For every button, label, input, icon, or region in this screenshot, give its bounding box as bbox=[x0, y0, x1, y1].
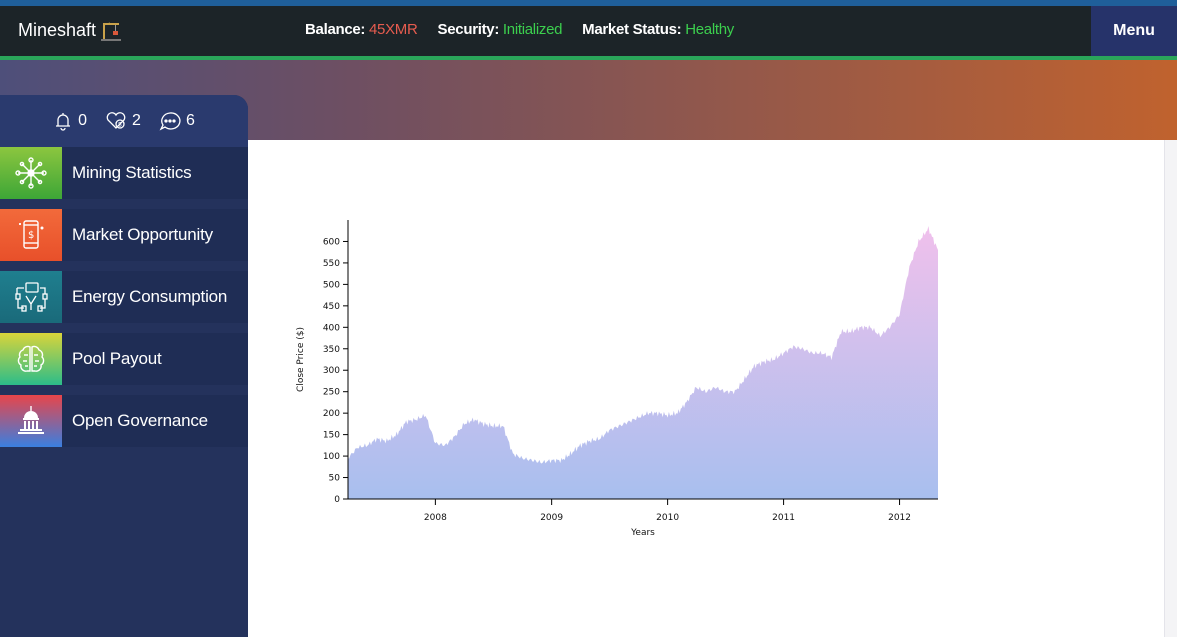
menu-button[interactable]: Menu bbox=[1091, 0, 1177, 60]
x-tick-label: 2012 bbox=[888, 513, 911, 523]
favorites-counter[interactable]: $ 2 bbox=[105, 111, 141, 131]
bell-icon bbox=[56, 113, 71, 131]
market-value: Healthy bbox=[685, 21, 734, 38]
circuit-icon bbox=[15, 282, 48, 312]
notifications-counter[interactable]: 0 bbox=[53, 111, 87, 131]
nav-icon-box: $ bbox=[0, 209, 62, 261]
y-tick-label: 150 bbox=[323, 431, 340, 441]
y-axis: 0 50 100 150 200 250 300 350 400 450 500 550 600 bbox=[323, 220, 349, 505]
x-tick-label: 2008 bbox=[424, 513, 447, 523]
scrollbar-track[interactable] bbox=[1164, 140, 1177, 637]
y-tick-label: 600 bbox=[323, 237, 340, 247]
top-bar: Mineshaft Balance: 45XMR Security: Initi… bbox=[0, 0, 1177, 60]
x-tick-label: 2010 bbox=[656, 513, 679, 523]
price-chart: 0 50 100 150 200 250 300 350 400 450 500 550 600 200… bbox=[296, 220, 938, 538]
nav-icon-box bbox=[0, 333, 62, 385]
market-status: Market Status: Healthy bbox=[582, 21, 734, 38]
security-label: Security: bbox=[437, 21, 500, 38]
y-tick-label: 250 bbox=[323, 388, 340, 398]
messages-counter[interactable]: 6 bbox=[159, 111, 195, 131]
y-axis-label: Close Price ($) bbox=[296, 327, 306, 392]
main-content: 0 50 100 150 200 250 300 350 400 450 500 550 600 200… bbox=[248, 140, 1164, 637]
chat-icon bbox=[159, 112, 181, 131]
nav-icon-box bbox=[0, 395, 62, 447]
y-tick-label: 550 bbox=[323, 259, 340, 269]
network-icon bbox=[15, 157, 47, 189]
y-tick-label: 300 bbox=[323, 366, 340, 376]
sidebar-item-mining-statistics[interactable]: Mining Statistics bbox=[0, 147, 248, 199]
sidebar-item-label: Pool Payout bbox=[72, 349, 162, 368]
status-bar: Balance: 45XMR Security: Initialized Mar… bbox=[305, 21, 734, 38]
notifications-count: 0 bbox=[78, 112, 88, 129]
y-tick-label: 0 bbox=[334, 495, 340, 505]
sidebar-item-energy-consumption[interactable]: Energy Consumption bbox=[0, 271, 248, 323]
y-tick-label: 100 bbox=[323, 452, 340, 462]
crane-icon bbox=[100, 21, 122, 41]
capitol-icon bbox=[18, 406, 44, 434]
sidebar: 0 $ 2 6 Mining Statistics $ Market Oppor… bbox=[0, 95, 248, 637]
security-status: Security: Initialized bbox=[438, 21, 563, 38]
market-label: Market Status: bbox=[582, 21, 682, 38]
y-tick-label: 350 bbox=[323, 345, 340, 355]
y-tick-label: 50 bbox=[329, 474, 341, 484]
x-tick-label: 2009 bbox=[540, 513, 563, 523]
nav-icon-box bbox=[0, 271, 62, 323]
balance-label: Balance: bbox=[305, 21, 366, 38]
sidebar-item-label: Mining Statistics bbox=[72, 163, 192, 182]
y-tick-label: 500 bbox=[323, 280, 340, 290]
x-tick-label: 2011 bbox=[772, 513, 795, 523]
messages-count: 6 bbox=[185, 112, 195, 129]
x-axis-label: Years bbox=[630, 528, 655, 538]
y-tick-label: 200 bbox=[323, 409, 340, 419]
favorites-count: 2 bbox=[132, 112, 141, 129]
phone-dollar-icon: $ bbox=[19, 220, 44, 249]
y-tick-label: 400 bbox=[323, 323, 340, 333]
balance-status: Balance: 45XMR bbox=[305, 21, 418, 38]
price-area bbox=[348, 226, 938, 499]
heart-coin-icon: $ bbox=[106, 112, 126, 129]
nav-icon-box bbox=[0, 147, 62, 199]
security-value: Initialized bbox=[502, 21, 563, 38]
brand-name: Mineshaft bbox=[18, 20, 97, 40]
sidebar-item-market-opportunity[interactable]: $ Market Opportunity bbox=[0, 209, 248, 261]
sidebar-item-open-governance[interactable]: Open Governance bbox=[0, 395, 248, 447]
sidebar-item-pool-payout[interactable]: Pool Payout bbox=[0, 333, 248, 385]
x-axis: 2008 2009 2010 2011 2012 bbox=[348, 498, 938, 523]
sidebar-item-label: Open Governance bbox=[72, 411, 208, 430]
brain-icon bbox=[17, 345, 45, 372]
sidebar-item-label: Energy Consumption bbox=[72, 287, 228, 306]
sidebar-item-label: Market Opportunity bbox=[72, 225, 213, 244]
y-tick-label: 450 bbox=[323, 302, 340, 312]
balance-value: 45XMR bbox=[369, 21, 418, 38]
notification-counters: 0 $ 2 6 bbox=[0, 95, 248, 147]
svg-text:$: $ bbox=[28, 230, 34, 241]
brand[interactable]: Mineshaft bbox=[18, 20, 122, 41]
